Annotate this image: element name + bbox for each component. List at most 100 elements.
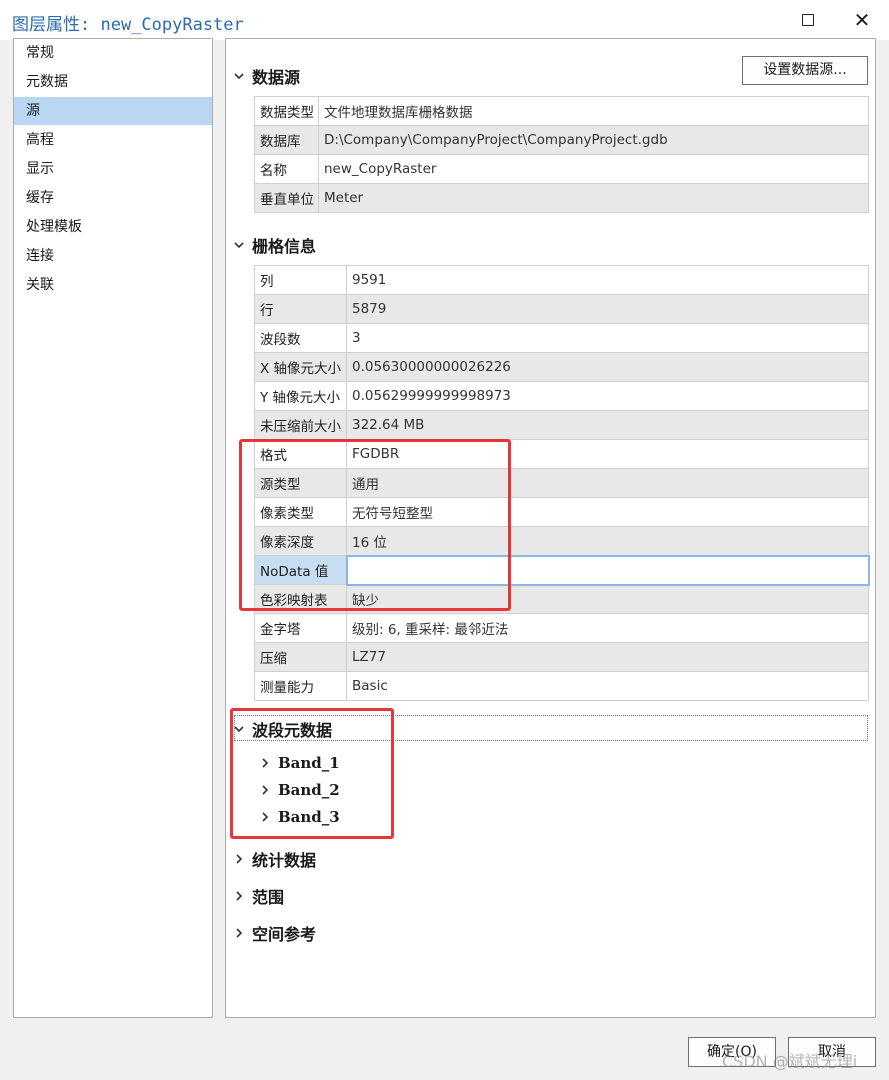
set-datasource-button[interactable]: 设置数据源... xyxy=(742,56,868,85)
chevron-right-icon xyxy=(260,812,272,822)
table-row: 名称 new_CopyRaster xyxy=(254,154,869,184)
property-value: 322.64 MB xyxy=(346,410,869,440)
maximize-button[interactable] xyxy=(796,8,820,32)
section-extent-title: 范围 xyxy=(252,888,285,907)
table-row: 数据库 D:\Company\CompanyProject\CompanyPro… xyxy=(254,125,869,155)
property-key: 格式 xyxy=(254,439,347,469)
chevron-right-icon xyxy=(234,891,248,901)
nav-item-cache[interactable]: 缓存 xyxy=(14,184,212,212)
table-row: 列 9591 xyxy=(254,265,869,295)
chevron-down-icon xyxy=(234,71,248,81)
section-spatial-reference-header[interactable]: 空间参考 xyxy=(234,920,316,946)
property-value: Basic xyxy=(346,671,869,701)
property-key: 列 xyxy=(254,265,347,295)
band-item[interactable]: Band_3 xyxy=(260,805,340,829)
band-item[interactable]: Band_2 xyxy=(260,778,340,802)
band-item[interactable]: Band_1 xyxy=(260,751,340,775)
property-key: Y 轴像元大小 xyxy=(254,381,347,411)
nav-item-metadata[interactable]: 元数据 xyxy=(14,68,212,96)
table-row: 压缩 LZ77 xyxy=(254,642,869,672)
nav-item-source[interactable]: 源 xyxy=(14,97,212,125)
table-row-nodata: NoData 值 xyxy=(254,554,870,586)
maximize-icon xyxy=(802,14,814,26)
property-value: D:\Company\CompanyProject\CompanyProject… xyxy=(318,125,869,155)
chevron-right-icon xyxy=(234,854,248,864)
nav-item-elevation[interactable]: 高程 xyxy=(14,126,212,154)
property-value: 16 位 xyxy=(346,526,869,556)
nav-item-relates[interactable]: 关联 xyxy=(14,271,212,299)
property-value: 3 xyxy=(346,323,869,353)
table-row: 垂直单位 Meter xyxy=(254,183,869,213)
table-row: 色彩映射表 缺少 xyxy=(254,584,869,614)
section-band-metadata-header[interactable]: 波段元数据 xyxy=(234,716,332,742)
cancel-button[interactable]: 取消 xyxy=(788,1037,876,1067)
table-row: Y 轴像元大小 0.05629999999998973 xyxy=(254,381,869,411)
close-icon: ✕ xyxy=(853,8,871,32)
section-band-metadata-title: 波段元数据 xyxy=(252,721,333,740)
close-button[interactable]: ✕ xyxy=(850,8,874,32)
content-panel: 数据源 设置数据源... 数据类型 文件地理数据库栅格数据 数据库 D:\Com… xyxy=(225,38,876,1018)
property-key: 波段数 xyxy=(254,323,347,353)
nav-item-general[interactable]: 常规 xyxy=(14,39,212,67)
section-datasource-header[interactable]: 数据源 xyxy=(234,63,300,89)
property-key: NoData 值 xyxy=(254,555,347,585)
section-statistics-title: 统计数据 xyxy=(252,851,317,870)
table-row: 像素深度 16 位 xyxy=(254,526,869,556)
section-spatial-reference-title: 空间参考 xyxy=(252,925,317,944)
table-row: 格式 FGDBR xyxy=(254,439,869,469)
ok-button[interactable]: 确定(O) xyxy=(688,1037,776,1067)
property-key: 行 xyxy=(254,294,347,324)
window-title: 图层属性: new_CopyRaster xyxy=(12,15,244,35)
property-key: 名称 xyxy=(254,154,319,184)
section-extent-header[interactable]: 范围 xyxy=(234,883,284,909)
table-row: 像素类型 无符号短整型 xyxy=(254,497,869,527)
property-value: 9591 xyxy=(346,265,869,295)
property-value: 文件地理数据库栅格数据 xyxy=(318,96,869,126)
property-value: 通用 xyxy=(346,468,869,498)
chevron-down-icon xyxy=(234,724,248,734)
property-value: 5879 xyxy=(346,294,869,324)
title-bar: 图层属性: new_CopyRaster ✕ xyxy=(0,0,889,40)
table-row: 波段数 3 xyxy=(254,323,869,353)
section-datasource-title: 数据源 xyxy=(252,68,301,87)
property-value: 0.05630000000026226 xyxy=(346,352,869,382)
property-value: 缺少 xyxy=(346,584,869,614)
section-raster-info-header[interactable]: 栅格信息 xyxy=(234,232,316,258)
band-label: Band_1 xyxy=(278,754,340,772)
property-value: 0.05629999999998973 xyxy=(346,381,869,411)
property-key: 像素类型 xyxy=(254,497,347,527)
property-key: 数据库 xyxy=(254,125,319,155)
table-row: X 轴像元大小 0.05630000000026226 xyxy=(254,352,869,382)
property-key: 垂直单位 xyxy=(254,183,319,213)
section-raster-info-title: 栅格信息 xyxy=(252,237,317,256)
property-value: Meter xyxy=(318,183,869,213)
section-statistics-header[interactable]: 统计数据 xyxy=(234,846,316,872)
property-key: 测量能力 xyxy=(254,671,347,701)
nav-item-joins[interactable]: 连接 xyxy=(14,242,212,270)
chevron-right-icon xyxy=(260,758,272,768)
property-key: 源类型 xyxy=(254,468,347,498)
table-row: 行 5879 xyxy=(254,294,869,324)
property-key: 数据类型 xyxy=(254,96,319,126)
datasource-table: 数据类型 文件地理数据库栅格数据 数据库 D:\Company\CompanyP… xyxy=(254,96,869,213)
band-label: Band_3 xyxy=(278,808,340,826)
table-row: 金字塔 级别: 6, 重采样: 最邻近法 xyxy=(254,613,869,643)
property-value: new_CopyRaster xyxy=(318,154,869,184)
nav-item-processing-templates[interactable]: 处理模板 xyxy=(14,213,212,241)
nav-item-display[interactable]: 显示 xyxy=(14,155,212,183)
chevron-right-icon xyxy=(234,928,248,938)
nodata-value-input[interactable] xyxy=(345,554,870,586)
property-key: 未压缩前大小 xyxy=(254,410,347,440)
table-row: 源类型 通用 xyxy=(254,468,869,498)
property-key: 色彩映射表 xyxy=(254,584,347,614)
property-value: 级别: 6, 重采样: 最邻近法 xyxy=(346,613,869,643)
property-value: FGDBR xyxy=(346,439,869,469)
property-key: 像素深度 xyxy=(254,526,347,556)
raster-info-table: 列 9591 行 5879 波段数 3 X 轴像元大小 0.0563000000… xyxy=(254,265,870,701)
left-nav: 常规 元数据 源 高程 显示 缓存 处理模板 连接 关联 xyxy=(13,38,213,1018)
property-value: 无符号短整型 xyxy=(346,497,869,527)
chevron-down-icon xyxy=(234,240,248,250)
band-label: Band_2 xyxy=(278,781,340,799)
property-value: LZ77 xyxy=(346,642,869,672)
table-row: 数据类型 文件地理数据库栅格数据 xyxy=(254,96,869,126)
